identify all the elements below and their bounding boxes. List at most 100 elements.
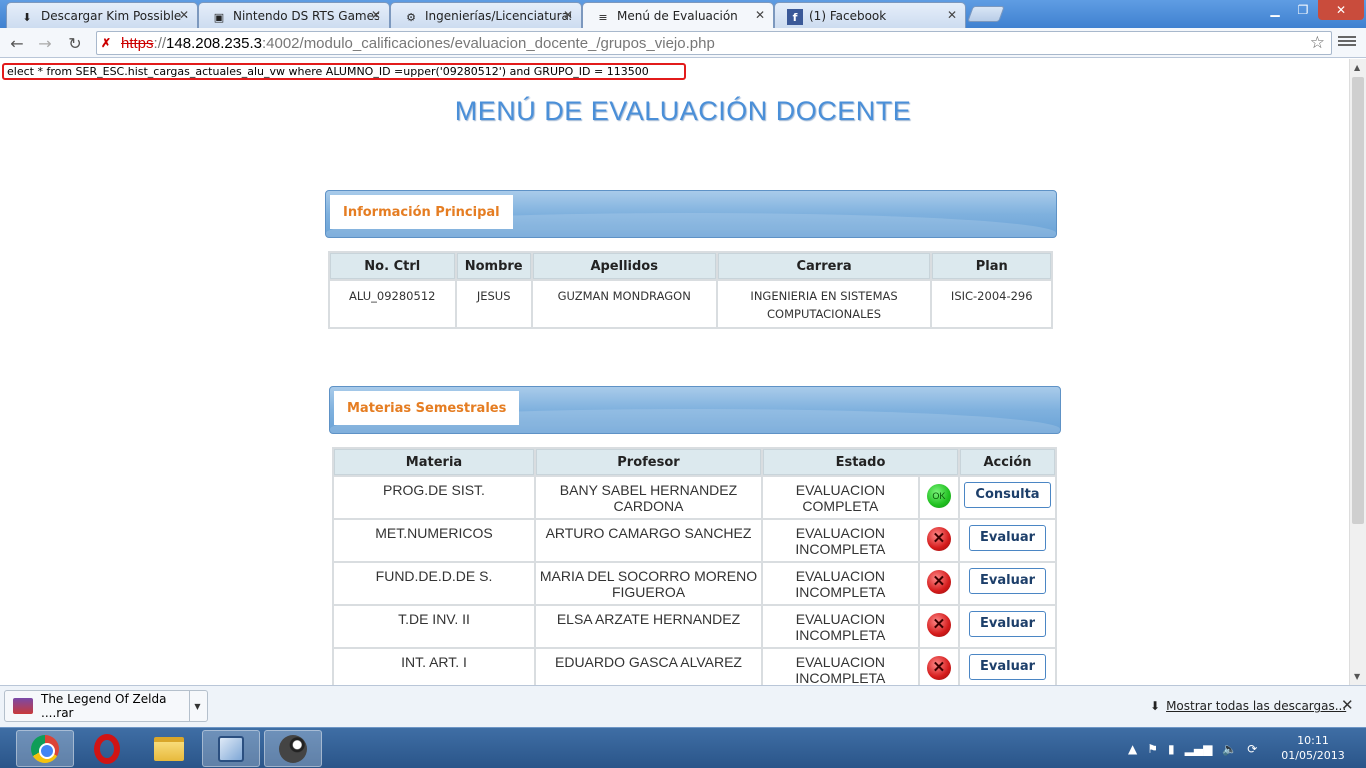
tab-nintendo-ds-rts[interactable]: ▣ Nintendo DS RTS Games - ✕ xyxy=(198,2,390,28)
apellidos-cell: GUZMAN MONDRAGON xyxy=(532,281,716,327)
tab-title: Ingenierías/Licenciaturas xyxy=(425,8,571,23)
tab-ingenierias[interactable]: ⚙ Ingenierías/Licenciaturas ✕ xyxy=(390,2,582,28)
evaluar-button[interactable]: Evaluar xyxy=(968,525,1047,551)
column-header: Apellidos xyxy=(532,253,716,279)
table-row: INT. ART. I EDUARDO GASCA ALVAREZ EVALUA… xyxy=(334,649,1055,685)
profesor-cell: MARIA DEL SOCORRO MORENO FIGUEROA xyxy=(536,563,761,604)
profesor-cell: ARTURO CAMARGO SANCHEZ xyxy=(536,520,761,561)
tab-title: (1) Facebook xyxy=(809,8,887,23)
url-separator: :// xyxy=(153,34,167,52)
forward-arrow-icon[interactable]: → xyxy=(34,32,56,54)
estado-cell: EVALUACION INCOMPLETA xyxy=(763,649,918,685)
scroll-up-arrow-icon[interactable]: ▲ xyxy=(1354,63,1360,72)
page-viewport: elect * from SER_ESC.hist_cargas_actuale… xyxy=(0,59,1349,685)
table-row: FUND.DE.D.DE S. MARIA DEL SOCORRO MORENO… xyxy=(334,563,1055,604)
maximize-window-icon[interactable]: ❐ xyxy=(1290,0,1316,20)
tab-close-icon[interactable]: ✕ xyxy=(947,8,957,22)
scrollbar-thumb[interactable] xyxy=(1352,77,1364,524)
no-ctrl-cell: ALU_09280512 xyxy=(330,281,455,327)
url-host: 148.208.235.3 xyxy=(166,34,262,52)
info-section-header: Información Principal xyxy=(325,190,1057,238)
menu-icon[interactable] xyxy=(1338,34,1356,50)
update-icon[interactable]: ⟳ xyxy=(1247,742,1257,756)
tab-close-icon[interactable]: ✕ xyxy=(755,8,765,22)
chrome-icon xyxy=(31,734,59,763)
plan-cell: ISIC-2004-296 xyxy=(932,281,1051,327)
new-tab-button[interactable] xyxy=(967,6,1005,22)
bookmark-star-icon[interactable]: ☆ xyxy=(1310,33,1325,53)
close-window-icon[interactable]: ✕ xyxy=(1318,0,1364,20)
taskbar-chrome[interactable] xyxy=(16,730,74,767)
reload-icon[interactable]: ↻ xyxy=(64,32,86,54)
ok-check-icon: OK xyxy=(926,484,951,508)
materias-section-label: Materias Semestrales xyxy=(334,391,520,425)
insecure-lock-icon[interactable]: ✗ xyxy=(101,36,121,50)
estado-cell: EVALUACION INCOMPLETA xyxy=(763,520,918,561)
tab-menu-evaluacion[interactable]: ≡ Menú de Evaluación ✕ xyxy=(582,2,774,29)
minimize-window-icon[interactable]: ▁ xyxy=(1262,0,1288,20)
address-bar[interactable]: ✗ https://148.208.235.3:4002/modulo_cali… xyxy=(96,31,1332,55)
evaluar-button[interactable]: Evaluar xyxy=(968,611,1047,637)
clock-date: 01/05/2013 xyxy=(1281,749,1345,762)
scroll-down-arrow-icon[interactable]: ▼ xyxy=(1354,672,1360,681)
close-shelf-icon[interactable]: ✕ xyxy=(1341,696,1354,714)
download-item[interactable]: The Legend Of Zelda ....rar ▼ xyxy=(4,690,208,722)
tab-title: Menú de Evaluación xyxy=(617,9,738,23)
column-header: Plan xyxy=(932,253,1051,279)
incomplete-x-icon: ✕ xyxy=(926,613,951,637)
student-info-table: No. Ctrl Nombre Apellidos Carrera Plan A… xyxy=(328,251,1053,329)
evaluar-button[interactable]: Evaluar xyxy=(968,654,1047,680)
taskbar-steam[interactable] xyxy=(264,730,322,767)
url-path: :4002/modulo_calificaciones/evaluacion_d… xyxy=(261,34,715,52)
vertical-scrollbar[interactable]: ▲ ▼ xyxy=(1349,59,1366,685)
virtualbox-icon xyxy=(218,735,244,762)
evaluar-button[interactable]: Evaluar xyxy=(968,568,1047,594)
materias-section-header: Materias Semestrales xyxy=(329,386,1061,434)
rar-file-icon xyxy=(13,698,33,714)
steam-icon xyxy=(279,734,307,763)
tab-strip: ⬇ Descargar Kim Possible - ✕ ▣ Nintendo … xyxy=(0,0,1366,29)
consulta-button[interactable]: Consulta xyxy=(964,482,1051,508)
column-header: Acción xyxy=(960,449,1055,475)
download-menu-chevron-icon[interactable]: ▼ xyxy=(189,691,205,721)
battery-icon[interactable]: ▮ xyxy=(1168,742,1175,756)
download-arrow-icon: ⬇ xyxy=(1150,699,1161,713)
url-scheme: https xyxy=(121,34,154,52)
estado-cell: EVALUACION INCOMPLETA xyxy=(763,563,918,604)
tab-close-icon[interactable]: ✕ xyxy=(179,8,189,22)
download-filename: The Legend Of Zelda ....rar xyxy=(41,692,167,720)
estado-cell: EVALUACION COMPLETA xyxy=(763,477,918,518)
network-signal-icon[interactable]: ▂▄▆ xyxy=(1185,742,1213,756)
facebook-favicon-icon: f xyxy=(787,9,803,25)
taskbar-virtualbox[interactable] xyxy=(202,730,260,767)
volume-icon[interactable]: 🔈 xyxy=(1222,742,1237,756)
tab-close-icon[interactable]: ✕ xyxy=(563,8,573,22)
ittol-favicon-icon: ≡ xyxy=(598,10,608,24)
column-header: Materia xyxy=(334,449,534,475)
table-header-row: Materia Profesor Estado Acción xyxy=(334,449,1055,475)
browser-toolbar: ← → ↻ ✗ https://148.208.235.3:4002/modul… xyxy=(0,28,1366,58)
show-all-downloads-link[interactable]: ⬇ Mostrar todas las descargas... xyxy=(1150,699,1346,713)
tab-descargar-kim-possible[interactable]: ⬇ Descargar Kim Possible - ✕ xyxy=(6,2,198,28)
incomplete-x-icon: ✕ xyxy=(926,570,951,594)
taskbar-explorer[interactable] xyxy=(140,730,198,767)
folder-icon xyxy=(154,736,184,761)
taskbar-opera[interactable] xyxy=(78,730,136,767)
sql-debug-output: elect * from SER_ESC.hist_cargas_actuale… xyxy=(2,63,686,80)
column-header: Profesor xyxy=(536,449,761,475)
download-shelf: The Legend Of Zelda ....rar ▼ ⬇ Mostrar t… xyxy=(0,685,1366,727)
carrera-cell: INGENIERIA EN SISTEMAS COMPUTACIONALES xyxy=(717,281,931,327)
action-center-icon[interactable]: ⚑ xyxy=(1147,742,1158,756)
show-hidden-icons-icon[interactable]: ▲ xyxy=(1128,742,1137,756)
info-section-label: Información Principal xyxy=(330,195,513,229)
tab-close-icon[interactable]: ✕ xyxy=(371,8,381,22)
materia-cell: FUND.DE.D.DE S. xyxy=(334,563,534,604)
tab-facebook[interactable]: f (1) Facebook ✕ xyxy=(774,2,966,28)
table-row: ALU_09280512 JESUS GUZMAN MONDRAGON INGE… xyxy=(330,281,1051,327)
system-tray: ▲ ⚑ ▮ ▂▄▆ 🔈 ⟳ xyxy=(1128,728,1267,768)
back-arrow-icon[interactable]: ← xyxy=(6,32,28,54)
materia-cell: PROG.DE SIST. xyxy=(334,477,534,518)
materia-cell: T.DE INV. II xyxy=(334,606,534,647)
nombre-cell: JESUS xyxy=(456,281,531,327)
taskbar-clock[interactable]: 10:11 01/05/2013 xyxy=(1278,733,1348,763)
